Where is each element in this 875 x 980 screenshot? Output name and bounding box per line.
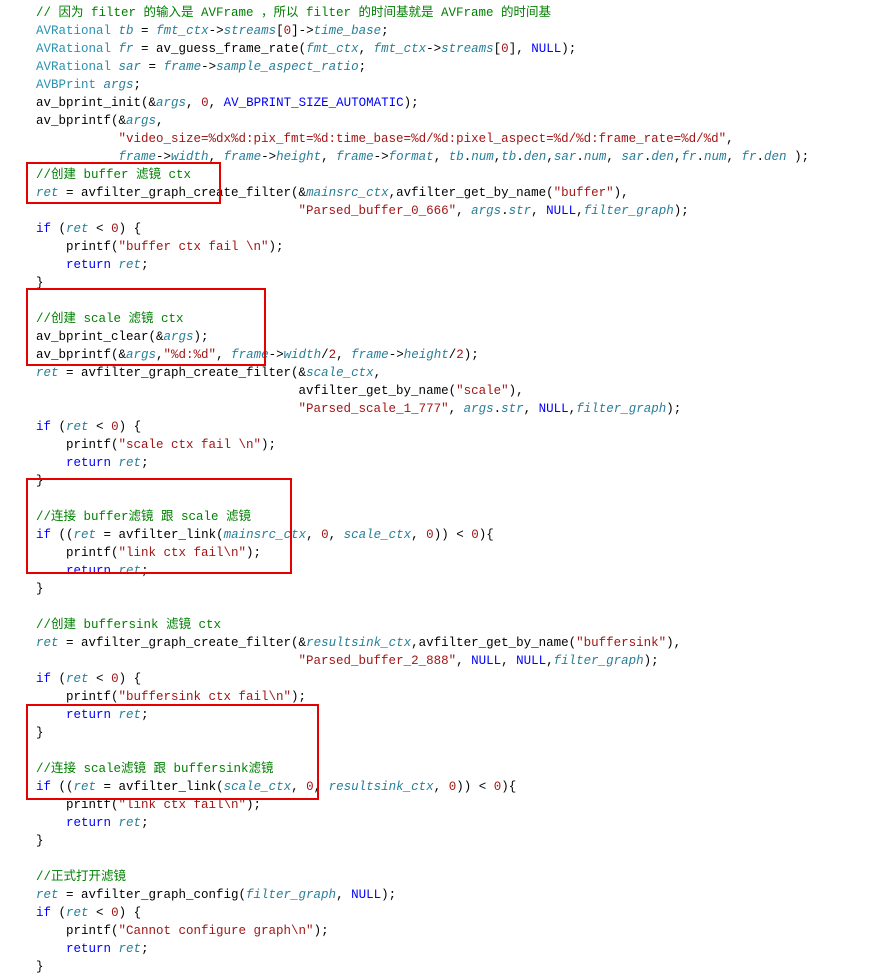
code-block: // 因为 filter 的输入是 AVFrame ，所以 filter 的时间…: [0, 0, 875, 980]
